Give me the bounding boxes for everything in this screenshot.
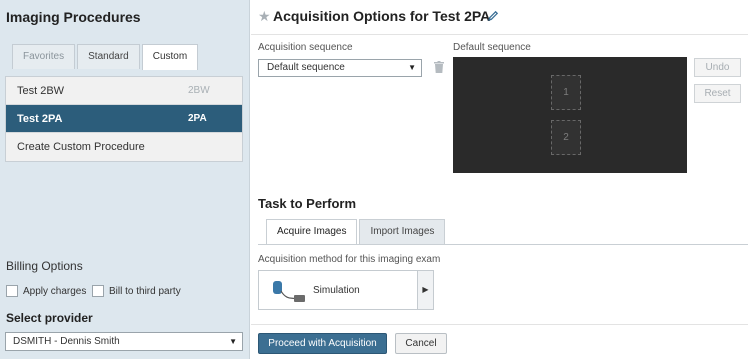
star-icon[interactable]: ★ — [258, 8, 271, 25]
procedure-tabs: Favorites Standard Custom — [12, 44, 200, 70]
panel-title: Imaging Procedures — [6, 9, 141, 25]
select-provider-title: Select provider — [6, 311, 93, 325]
task-tabs-divider — [258, 244, 748, 245]
bill-third-party-option[interactable]: Bill to third party — [92, 285, 181, 297]
sequence-slot-1[interactable]: 1 — [551, 75, 581, 110]
proceed-with-acquisition-button[interactable]: Proceed with Acquisition — [258, 333, 387, 354]
reset-button[interactable]: Reset — [694, 84, 741, 103]
chevron-right-icon[interactable]: ▶ — [417, 271, 433, 309]
pencil-icon[interactable] — [487, 10, 499, 25]
procedure-item-test-2bw[interactable]: Test 2BW 2BW — [6, 77, 242, 105]
procedure-name: Create Custom Procedure — [17, 141, 145, 153]
default-sequence-label: Default sequence — [453, 42, 531, 53]
page-title: Acquisition Options for Test 2PA — [273, 8, 491, 24]
acquisition-method-selector[interactable]: Simulation ▶ — [258, 270, 434, 310]
procedures-panel: Imaging Procedures Favorites Standard Cu… — [0, 0, 250, 359]
simulation-icon — [271, 279, 307, 306]
procedure-name: Test 2BW — [17, 85, 65, 97]
apply-charges-option[interactable]: Apply charges — [6, 285, 86, 297]
tab-acquire-images[interactable]: Acquire Images — [266, 219, 358, 245]
bill-third-party-label: Bill to third party — [109, 285, 181, 297]
procedure-item-test-2pa[interactable]: Test 2PA 2PA — [6, 105, 242, 133]
sequence-preview: 1 2 — [453, 57, 687, 173]
apply-charges-label: Apply charges — [23, 285, 87, 297]
billing-options-title: Billing Options — [6, 259, 83, 273]
procedure-code: 2BW — [188, 85, 210, 96]
acquisition-method-label: Acquisition method for this imaging exam — [258, 254, 441, 265]
tab-standard[interactable]: Standard — [77, 44, 140, 69]
procedure-code: 2PA — [188, 113, 207, 124]
undo-button[interactable]: Undo — [694, 58, 741, 77]
trash-icon[interactable] — [434, 61, 444, 76]
acquisition-options-panel: ★ Acquisition Options for Test 2PA Acqui… — [251, 0, 748, 359]
acquisition-method-value: Simulation — [313, 285, 360, 296]
acquisition-sequence-value: Default sequence — [267, 62, 345, 73]
acquisition-sequence-select[interactable]: Default sequence ▼ — [258, 59, 422, 77]
footer-divider — [251, 324, 748, 325]
tab-import-images[interactable]: Import Images — [359, 219, 446, 244]
bill-third-party-checkbox[interactable] — [92, 285, 104, 297]
acquisition-sequence-label: Acquisition sequence — [258, 42, 353, 53]
task-to-perform-title: Task to Perform — [258, 196, 357, 211]
provider-value: DSMITH - Dennis Smith — [13, 336, 120, 347]
header-divider — [251, 34, 748, 35]
cancel-button[interactable]: Cancel — [395, 333, 447, 354]
sequence-slot-2[interactable]: 2 — [551, 120, 581, 155]
task-tabs: Acquire Images Import Images — [266, 219, 447, 245]
procedure-name: Test 2PA — [17, 113, 63, 125]
chevron-down-icon: ▼ — [229, 337, 237, 346]
apply-charges-checkbox[interactable] — [6, 285, 18, 297]
procedure-list: Test 2BW 2BW Test 2PA 2PA Create Custom … — [5, 76, 243, 162]
create-custom-procedure-link[interactable]: Create Custom Procedure — [6, 133, 242, 161]
provider-select[interactable]: DSMITH - Dennis Smith ▼ — [5, 332, 243, 351]
tab-custom[interactable]: Custom — [141, 44, 199, 70]
chevron-down-icon: ▼ — [408, 63, 416, 72]
tab-favorites[interactable]: Favorites — [12, 44, 76, 69]
